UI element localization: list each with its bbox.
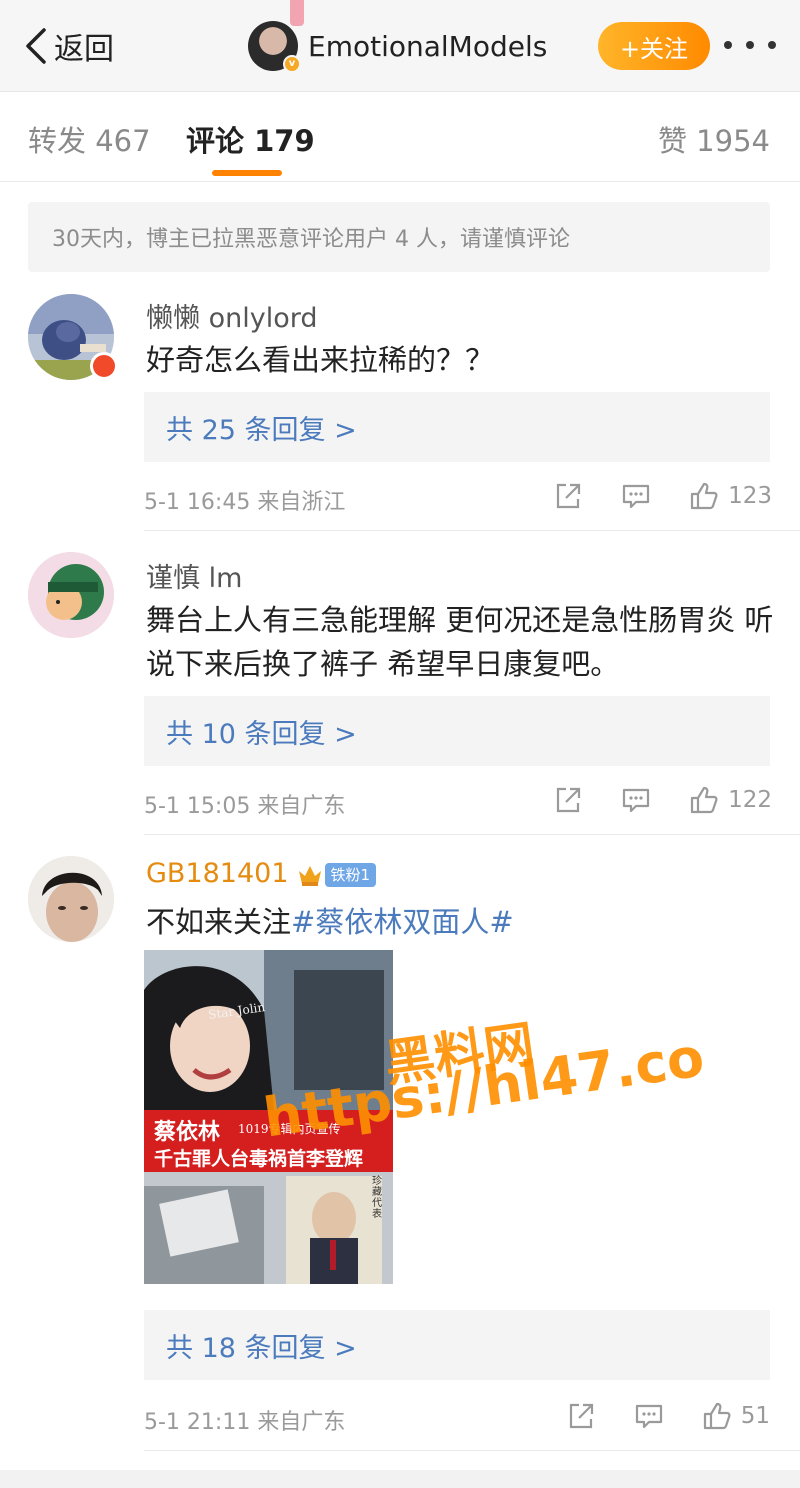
avatar[interactable] <box>28 552 114 638</box>
comment-username[interactable]: GB181401 <box>146 858 289 889</box>
moderation-notice: 30天内，博主已拉黑恶意评论用户 4 人，请谨慎评论 <box>28 202 770 272</box>
chevron-left-icon <box>26 28 46 64</box>
like-button[interactable]: 51 <box>701 1400 770 1432</box>
comment-meta: 5-1 15:05 来自广东 <box>144 794 346 819</box>
comment-icon <box>622 484 650 509</box>
share-button[interactable] <box>552 480 584 512</box>
comment-actions: 122 <box>552 782 772 818</box>
top-bar: 返回 v EmotionalModels +关注 <box>0 0 800 92</box>
more-options-icon[interactable] <box>724 30 776 60</box>
crown-icon <box>298 865 321 886</box>
reply-button[interactable] <box>633 1400 665 1432</box>
member-badge-icon <box>90 352 118 380</box>
divider <box>144 1450 800 1451</box>
reply-button[interactable] <box>620 480 652 512</box>
like-count: 51 <box>740 1403 770 1429</box>
topic-hashtag-link[interactable]: #蔡依林双面人# <box>291 905 514 939</box>
tab-forward[interactable]: 转发 467 <box>28 118 151 160</box>
active-tab-indicator <box>212 170 282 176</box>
comment-username[interactable]: 懒懒 onlylord <box>146 296 317 335</box>
view-replies-link[interactable]: 共 10 条回复 > <box>144 696 770 766</box>
account-header[interactable]: v EmotionalModels <box>248 20 547 73</box>
divider <box>144 834 800 835</box>
fan-badge[interactable]: 铁粉1 <box>324 862 377 887</box>
back-button[interactable]: 返回 <box>22 24 114 68</box>
tab-like[interactable]: 赞 1954 <box>658 118 770 160</box>
view-replies-link[interactable]: 共 18 条回复 > <box>144 1310 770 1380</box>
comment-username[interactable]: 谨慎 lm <box>146 556 242 595</box>
share-icon <box>569 1403 593 1429</box>
comment-meta: 5-1 16:45 来自浙江 <box>144 490 346 515</box>
avatar-photo <box>28 856 114 942</box>
share-button[interactable] <box>565 1400 597 1432</box>
like-button[interactable]: 122 <box>688 784 772 816</box>
like-count: 122 <box>728 787 772 813</box>
comment-text: 舞台上人有三急能理解 更何况还是急性肠胃炎 听说下来后换了裤子 希望早日康复吧。 <box>146 603 774 681</box>
thumbs-up-icon <box>690 482 718 510</box>
thumbs-up-icon <box>690 786 718 814</box>
reply-button[interactable] <box>620 784 652 816</box>
like-button[interactable]: 123 <box>688 480 772 512</box>
verified-badge: v <box>283 55 301 73</box>
banner-line2: 千古罪人台毒祸首李登辉 <box>154 1148 364 1170</box>
comment-username-row: GB181401 铁粉1 <box>146 858 377 889</box>
thumbs-up-icon <box>703 1402 731 1430</box>
banner-title: 蔡依林 <box>154 1119 221 1145</box>
image-caption: 珍藏代表 <box>372 1176 382 1220</box>
comment-text: 好奇怎么看出来拉稀的？？ <box>146 343 495 377</box>
tab-comment[interactable]: 评论 179 <box>186 118 315 160</box>
share-button[interactable] <box>552 784 584 816</box>
tab-bar: 转发 467 评论 179 赞 1954 <box>0 92 800 182</box>
view-replies-link[interactable]: 共 25 条回复 > <box>144 392 770 462</box>
comment-text-prefix: 不如来关注 <box>146 905 292 939</box>
avatar-cartoon-image <box>28 552 114 638</box>
share-icon <box>556 787 581 813</box>
follow-button[interactable]: +关注 <box>598 22 710 70</box>
comment-icon <box>635 1404 662 1429</box>
divider <box>144 530 800 531</box>
comment-icon <box>622 788 650 813</box>
comment-text: 不如来关注#蔡依林双面人# <box>146 900 776 944</box>
comment-actions: 123 <box>552 478 772 514</box>
share-icon <box>556 483 581 509</box>
account-name[interactable]: EmotionalModels <box>308 30 547 63</box>
comment-meta: 5-1 21:11 来自广东 <box>144 1410 346 1435</box>
like-count: 123 <box>728 483 772 509</box>
account-avatar[interactable]: v <box>248 21 301 73</box>
avatar[interactable] <box>28 856 114 942</box>
bottom-strip <box>0 1470 800 1488</box>
back-label: 返回 <box>54 32 114 67</box>
comment-actions: 51 <box>565 1398 770 1434</box>
